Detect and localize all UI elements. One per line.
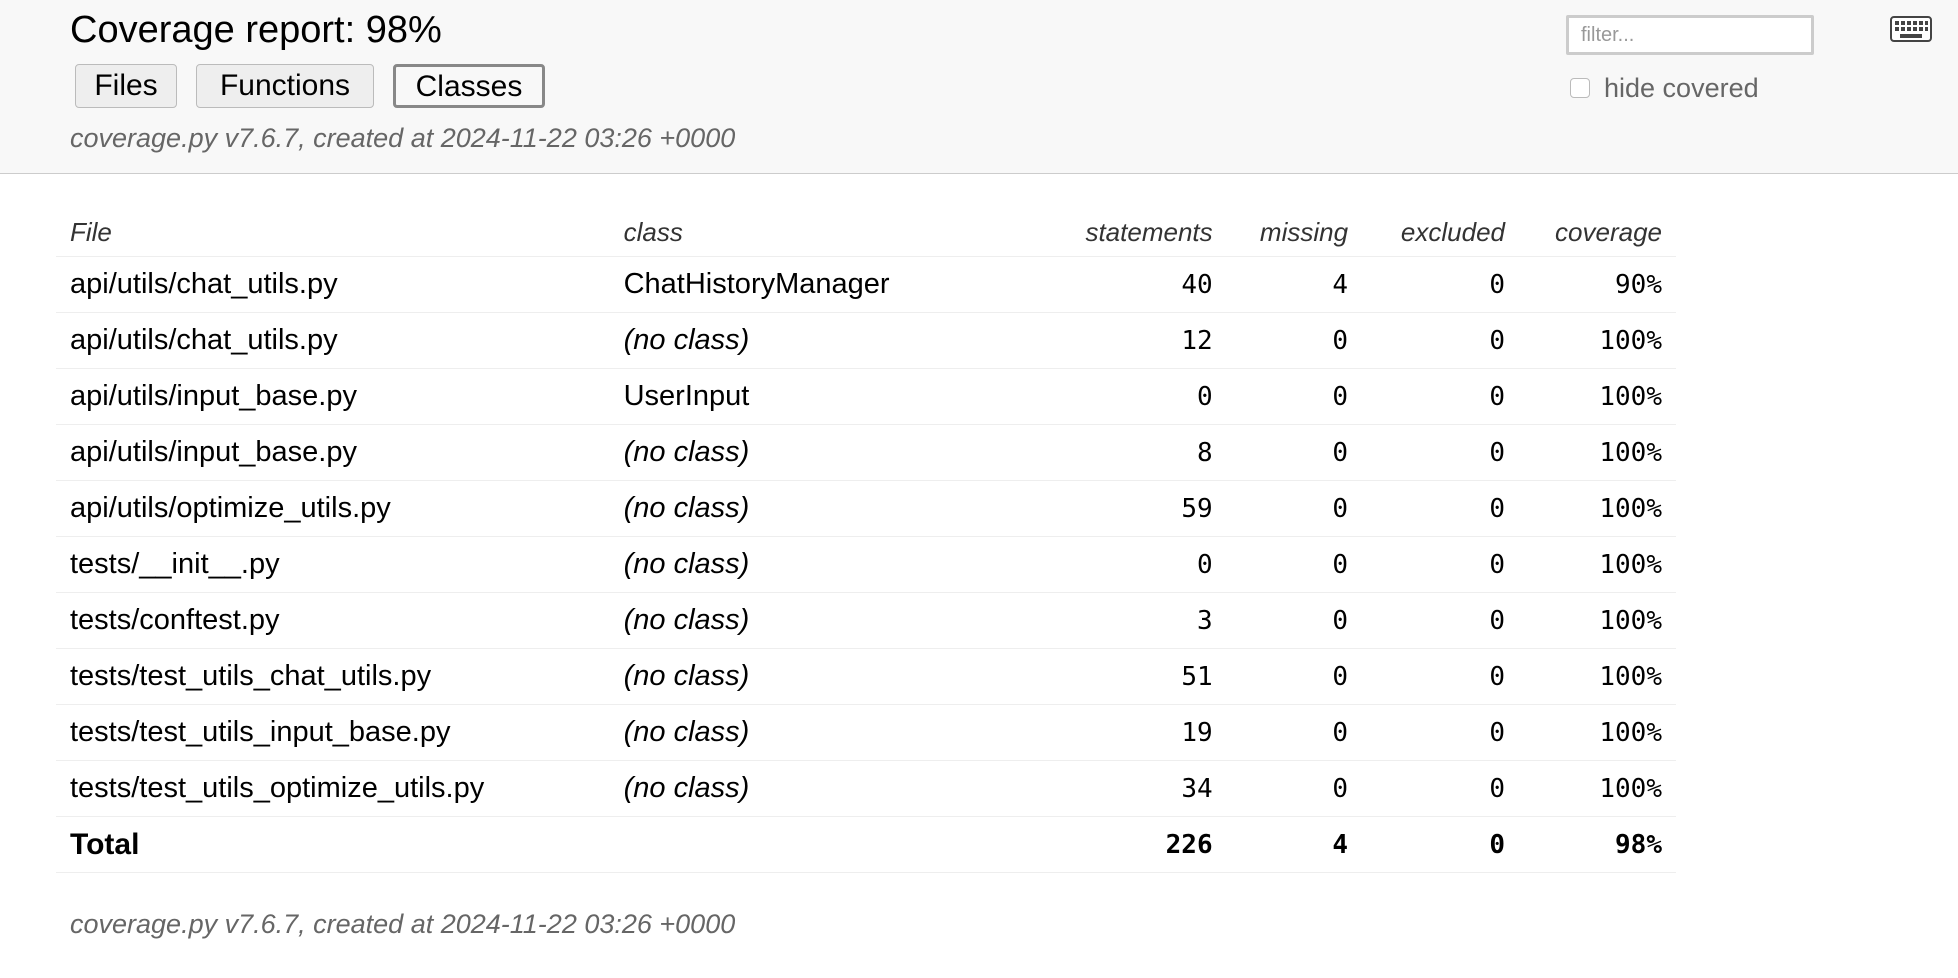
column-header-statements[interactable]: statements [1026,208,1227,257]
file-link[interactable]: tests/test_utils_chat_utils.py [56,648,610,705]
total-statements: 226 [1026,816,1227,873]
coverage-cell: 90% [1519,256,1676,313]
file-link[interactable]: tests/test_utils_optimize_utils.py [56,760,610,817]
coverage-cell: 100% [1519,704,1676,761]
column-header-excluded[interactable]: excluded [1362,208,1519,257]
excluded-cell: 0 [1362,760,1519,817]
excluded-cell: 0 [1362,592,1519,649]
table-row: api/utils/input_base.py (no class) 8 0 0… [56,424,1676,481]
statements-cell: 59 [1026,480,1227,537]
coverage-table: File class statements missing excluded c… [56,208,1676,873]
file-link[interactable]: api/utils/chat_utils.py [56,256,610,313]
missing-cell: 0 [1226,424,1363,481]
table-row: api/utils/chat_utils.py (no class) 12 0 … [56,312,1676,369]
coverage-cell: 100% [1519,536,1676,593]
excluded-cell: 0 [1362,648,1519,705]
class-name: (no class) [609,424,1027,481]
class-name: UserInput [609,368,1027,425]
created-at-meta: coverage.py v7.6.7, created at 2024-11-2… [70,123,736,153]
table-row: tests/test_utils_optimize_utils.py (no c… [56,760,1676,817]
excluded-cell: 0 [1362,424,1519,481]
excluded-cell: 0 [1362,312,1519,369]
statements-cell: 19 [1026,704,1227,761]
missing-cell: 0 [1226,536,1363,593]
report-header: Coverage report: 98% Files Functions Cla… [0,0,1958,174]
statements-cell: 0 [1026,536,1227,593]
coverage-cell: 100% [1519,480,1676,537]
coverage-cell: 100% [1519,592,1676,649]
missing-cell: 0 [1226,312,1363,369]
table-header-row: File class statements missing excluded c… [56,208,1676,257]
file-link[interactable]: tests/test_utils_input_base.py [56,704,610,761]
column-header-coverage[interactable]: coverage [1519,208,1676,257]
tab-classes[interactable]: Classes [393,64,545,108]
class-name: (no class) [609,760,1027,817]
total-class-cell [609,816,1027,873]
missing-cell: 0 [1226,368,1363,425]
statements-cell: 51 [1026,648,1227,705]
filter-input[interactable] [1566,15,1814,55]
excluded-cell: 0 [1362,704,1519,761]
coverage-cell: 100% [1519,312,1676,369]
missing-cell: 0 [1226,592,1363,649]
class-name: (no class) [609,480,1027,537]
statements-cell: 0 [1026,368,1227,425]
hide-covered-toggle[interactable]: hide covered [1570,70,1759,106]
coverage-cell: 100% [1519,648,1676,705]
file-link[interactable]: api/utils/optimize_utils.py [56,480,610,537]
tab-functions[interactable]: Functions [196,64,374,108]
missing-cell: 0 [1226,648,1363,705]
file-link[interactable]: tests/__init__.py [56,536,610,593]
total-missing: 4 [1226,816,1363,873]
missing-cell: 0 [1226,760,1363,817]
column-header-class[interactable]: class [609,208,1027,257]
table-row: tests/test_utils_chat_utils.py (no class… [56,648,1676,705]
excluded-cell: 0 [1362,256,1519,313]
table-row: tests/conftest.py (no class) 3 0 0 100% [56,592,1676,649]
tab-files[interactable]: Files [75,64,177,108]
missing-cell: 0 [1226,704,1363,761]
column-header-missing[interactable]: missing [1226,208,1363,257]
table-row: api/utils/optimize_utils.py (no class) 5… [56,480,1676,537]
table-row: api/utils/chat_utils.py ChatHistoryManag… [56,256,1676,313]
hide-covered-checkbox[interactable] [1570,78,1590,98]
coverage-cell: 100% [1519,368,1676,425]
statements-cell: 40 [1026,256,1227,313]
file-link[interactable]: api/utils/input_base.py [56,368,610,425]
coverage-cell: 100% [1519,424,1676,481]
excluded-cell: 0 [1362,536,1519,593]
table-row: api/utils/input_base.py UserInput 0 0 0 … [56,368,1676,425]
class-name: (no class) [609,592,1027,649]
missing-cell: 0 [1226,480,1363,537]
statements-cell: 12 [1026,312,1227,369]
page-title: Coverage report: 98% [70,9,442,51]
class-name: ChatHistoryManager [609,256,1027,313]
excluded-cell: 0 [1362,368,1519,425]
class-name: (no class) [609,312,1027,369]
coverage-cell: 100% [1519,760,1676,817]
file-link[interactable]: tests/conftest.py [56,592,610,649]
total-excluded: 0 [1362,816,1519,873]
total-label: Total [56,816,610,873]
statements-cell: 8 [1026,424,1227,481]
statements-cell: 3 [1026,592,1227,649]
keyboard-icon[interactable] [1890,16,1932,42]
footer-meta: coverage.py v7.6.7, created at 2024-11-2… [70,909,736,939]
excluded-cell: 0 [1362,480,1519,537]
class-name: (no class) [609,648,1027,705]
file-link[interactable]: api/utils/chat_utils.py [56,312,610,369]
hide-covered-label: hide covered [1604,72,1759,103]
class-name: (no class) [609,536,1027,593]
column-header-file[interactable]: File [56,208,610,257]
file-link[interactable]: api/utils/input_base.py [56,424,610,481]
missing-cell: 4 [1226,256,1363,313]
table-row: tests/__init__.py (no class) 0 0 0 100% [56,536,1676,593]
class-name: (no class) [609,704,1027,761]
table-row: tests/test_utils_input_base.py (no class… [56,704,1676,761]
total-row: Total 226 4 0 98% [56,816,1676,873]
statements-cell: 34 [1026,760,1227,817]
total-coverage: 98% [1519,816,1676,873]
